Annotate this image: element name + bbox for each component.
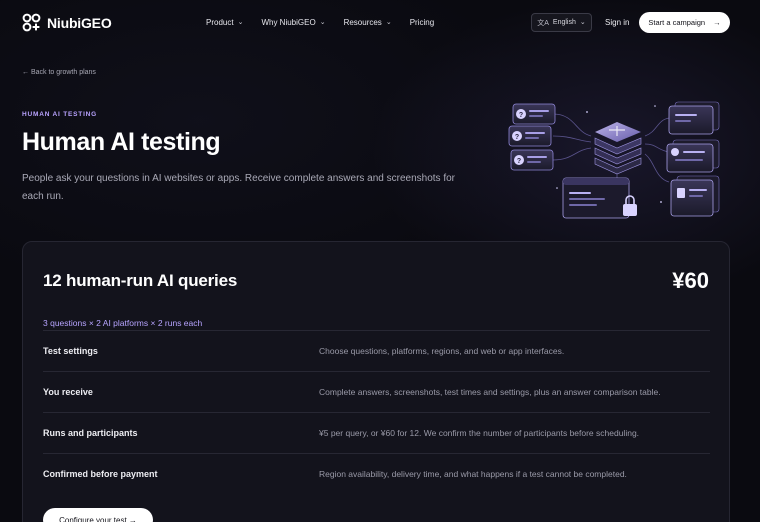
svg-text:?: ? xyxy=(519,112,523,119)
hero-eyebrow: HUMAN AI TESTING xyxy=(22,111,98,118)
svg-text:?: ? xyxy=(515,134,519,141)
row-label: Confirmed before payment xyxy=(43,469,158,479)
translate-icon: 文A xyxy=(537,19,549,27)
row-label: Runs and participants xyxy=(43,428,138,438)
arrow-right-icon: → xyxy=(713,18,721,27)
nav-item-product[interactable]: Product ⌄ xyxy=(206,18,243,27)
start-campaign-button[interactable]: Start a campaign → xyxy=(639,12,730,33)
page-title: Human AI testing xyxy=(22,128,221,156)
nav-item-label: Why NiubiGEO xyxy=(261,18,316,27)
card-subtitle: 3 questions × 2 AI platforms × 2 runs ea… xyxy=(43,318,203,328)
details-row: You receive Complete answers, screenshot… xyxy=(43,371,710,412)
nav-item-label: Pricing xyxy=(409,18,435,27)
top-nav: NiubiGEO Product ⌄ Why NiubiGEO ⌄ Resour… xyxy=(0,0,760,46)
row-value: Choose questions, platforms, regions, an… xyxy=(319,346,565,356)
brand-logo[interactable]: NiubiGEO xyxy=(22,13,112,32)
nav-item-resources[interactable]: Resources ⌄ xyxy=(344,18,392,27)
main-menu: Product ⌄ Why NiubiGEO ⌄ Resources ⌄ Pri… xyxy=(206,18,452,27)
language-label: English xyxy=(552,19,576,26)
hero-description: People ask your questions in AI websites… xyxy=(22,173,456,202)
chevron-down-icon: ⌄ xyxy=(579,18,586,26)
row-value: ¥5 per query, or ¥60 for 12. We confirm … xyxy=(319,428,640,438)
nav-item-label: Resources xyxy=(343,18,382,27)
pricing-card: 12 human-run AI queries ¥60 3 questions … xyxy=(22,241,730,522)
start-campaign-label: Start a campaign xyxy=(648,18,706,27)
nav-item-pricing[interactable]: Pricing xyxy=(410,18,434,27)
row-value: Region availability, delivery time, and … xyxy=(319,469,627,479)
nav-item-why-niubigeo[interactable]: Why NiubiGEO ⌄ xyxy=(261,18,325,27)
card-title: 12 human-run AI queries xyxy=(43,271,238,290)
price-value: ¥60 xyxy=(672,268,709,293)
ai-testing-illustration: ? ? ? xyxy=(508,101,720,219)
details-row: Runs and participants ¥5 per query, or ¥… xyxy=(43,412,710,453)
row-label: You receive xyxy=(43,387,93,397)
back-to-growth-plans-link[interactable]: ← Back to growth plans xyxy=(22,69,96,76)
row-value: Complete answers, screenshots, test time… xyxy=(319,387,661,397)
sign-in-link[interactable]: Sign in xyxy=(605,18,629,27)
language-selector[interactable]: 文A English ⌄ xyxy=(531,13,592,32)
details-row: Confirmed before payment Region availabi… xyxy=(43,453,710,494)
nav-item-label: Product xyxy=(206,18,234,27)
chevron-down-icon: ⌄ xyxy=(385,18,392,26)
niubigeo-logo-icon xyxy=(22,13,41,32)
chevron-down-icon: ⌄ xyxy=(319,18,326,26)
row-label: Test settings xyxy=(43,346,98,356)
details-row: Test settings Choose questions, platform… xyxy=(43,330,710,371)
brand-name: NiubiGEO xyxy=(47,14,112,31)
configure-test-button[interactable]: Configure your test → xyxy=(43,508,153,522)
svg-text:?: ? xyxy=(517,158,521,165)
chevron-down-icon: ⌄ xyxy=(237,18,244,26)
details-list: Test settings Choose questions, platform… xyxy=(43,330,710,494)
